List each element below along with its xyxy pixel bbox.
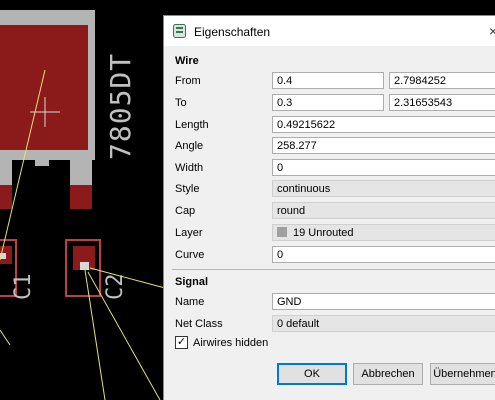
wire-section-heading: Wire [175,55,199,67]
curve-field[interactable]: 0 [272,246,495,263]
c1-label: C1 [11,274,36,301]
regulator-leg-left-pad[interactable] [0,185,12,209]
dialog-title: Eigenschaften [194,25,271,39]
length-label: Length [175,119,209,131]
dialog-titlebar[interactable]: Eigenschaften × [164,16,495,46]
cap-value: round [277,205,306,217]
style-label: Style [175,183,200,195]
part-name-label: 7805DT [104,53,137,160]
angle-label: Angle [175,140,204,152]
apply-button[interactable]: Übernehmen [430,363,495,385]
cancel-button[interactable]: Abbrechen [353,363,423,385]
airwires-hidden-label: Airwires hidden [193,337,269,349]
c2-pad-center [80,262,89,270]
regulator-leg-right [70,150,92,185]
netclass-value: 0 default [277,318,320,330]
airwires-hidden-checkbox[interactable]: ✓ [175,336,188,349]
section-divider [172,269,495,270]
to-label: To [175,97,187,109]
to-x-field[interactable]: 0.3 [272,94,384,111]
to-y-field[interactable]: 2.31653543 [389,94,495,111]
netclass-combobox[interactable]: 0 default ▼ [272,315,495,332]
netclass-label: Net Class [175,318,223,330]
regulator-leg-right-pad[interactable] [70,185,92,209]
app-icon [173,24,186,38]
layer-label: Layer [175,227,203,239]
from-y-field[interactable]: 2.7984252 [389,72,495,89]
cap-label: Cap [175,205,196,217]
layer-combobox[interactable]: 19 Unrouted ▼ [272,224,495,241]
curve-label: Curve [175,249,205,261]
from-x-field[interactable]: 0.4 [272,72,384,89]
cap-combobox[interactable]: round ▼ [272,202,495,219]
close-icon[interactable]: × [489,23,495,39]
style-combobox[interactable]: continuous ▼ [272,180,495,197]
width-value: 0 [277,162,284,174]
width-label: Width [175,162,204,174]
layer-color-swatch [277,227,287,237]
signal-section-heading: Signal [175,276,209,288]
angle-field[interactable]: 258.277 [272,137,495,154]
ok-button[interactable]: OK [277,363,347,385]
style-value: continuous [277,183,331,195]
name-label: Name [175,296,205,308]
width-combobox[interactable]: 0 ▼ [272,159,495,176]
properties-dialog: Eigenschaften × Wire From 0.4 2.7984252 … [163,15,495,400]
length-field[interactable]: 0.49215622 [272,116,495,133]
regulator-pad[interactable] [0,25,88,150]
regulator-leg-left [0,150,12,185]
regulator-tab [35,150,49,166]
layer-value: 19 Unrouted [293,227,354,239]
signal-name-field[interactable]: GND [272,293,495,310]
from-label: From [175,75,201,87]
